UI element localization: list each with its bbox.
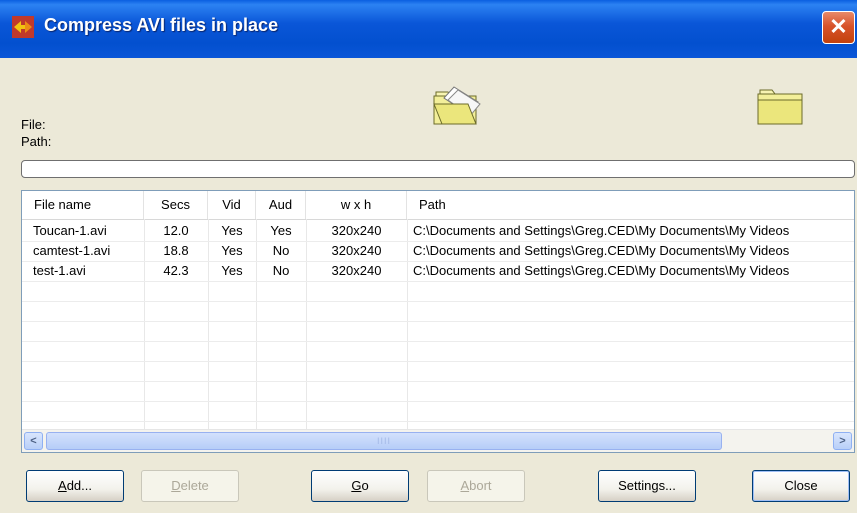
add-button[interactable]: Add... <box>26 470 124 502</box>
add-button-label: dd... <box>66 478 92 493</box>
column-secs[interactable]: Secs <box>144 191 208 219</box>
cell-secs: 12.0 <box>163 223 189 238</box>
cell-w-x-h: 320x240 <box>331 243 382 258</box>
cell-aud: No <box>272 243 290 258</box>
file-list[interactable]: File name Secs Vid Aud w x h Path Toucan… <box>21 190 855 453</box>
empty-row <box>22 381 854 402</box>
close-button[interactable]: Close <box>752 470 850 502</box>
scroll-right-button[interactable]: > <box>833 432 852 450</box>
abort-button-label: bort <box>469 478 492 493</box>
column-file-name[interactable]: File name <box>22 191 144 219</box>
scroll-left-button[interactable]: < <box>24 432 43 450</box>
delete-button-label: elete <box>180 478 209 493</box>
cell-file-name: camtest-1.avi <box>33 243 111 258</box>
column-w-x-h[interactable]: w x h <box>306 191 407 219</box>
table-row[interactable]: camtest-1.avi 18.8 Yes No 320x240 C:\Doc… <box>22 241 854 262</box>
settings-button[interactable]: Settings... <box>598 470 696 502</box>
table-row[interactable]: test-1.avi 42.3 Yes No 320x240 C:\Docume… <box>22 261 854 282</box>
delete-button-accel: D <box>171 478 181 493</box>
empty-row <box>22 321 854 342</box>
progress-bar <box>21 160 855 178</box>
empty-row <box>22 301 854 322</box>
cell-vid: Yes <box>221 263 243 278</box>
empty-row <box>22 281 854 302</box>
empty-row <box>22 361 854 382</box>
cell-path: C:\Documents and Settings\Greg.CED\My Do… <box>413 223 790 238</box>
empty-row <box>22 401 854 422</box>
path-label: Path: <box>21 134 52 149</box>
cell-w-x-h: 320x240 <box>331 223 382 238</box>
column-aud[interactable]: Aud <box>256 191 306 219</box>
table-row[interactable]: Toucan-1.avi 12.0 Yes Yes 320x240 C:\Doc… <box>22 221 854 242</box>
add-button-accel: A <box>58 478 67 493</box>
cell-secs: 18.8 <box>163 243 189 258</box>
list-header: File name Secs Vid Aud w x h Path <box>22 191 854 220</box>
cell-path: C:\Documents and Settings\Greg.CED\My Do… <box>413 263 790 278</box>
abort-button-accel: A <box>460 478 470 493</box>
horizontal-scrollbar[interactable]: < IIII > <box>22 429 854 452</box>
app-window-icon <box>12 16 34 38</box>
close-window-button[interactable]: ✕ <box>822 11 855 44</box>
open-folder-file-icon[interactable] <box>432 84 482 128</box>
go-button[interactable]: Go <box>311 470 409 502</box>
folder-icon[interactable] <box>756 84 806 128</box>
cell-vid: Yes <box>221 223 243 238</box>
cell-file-name: Toucan-1.avi <box>33 223 107 238</box>
cell-file-name: test-1.avi <box>33 263 86 278</box>
abort-button[interactable]: Abort <box>427 470 525 502</box>
cell-secs: 42.3 <box>163 263 189 278</box>
column-path[interactable]: Path <box>407 191 854 219</box>
go-button-label: o <box>361 478 369 493</box>
file-label: File: <box>21 117 46 132</box>
title-bar[interactable]: Compress AVI files in place ✕ <box>0 0 857 58</box>
go-button-accel: G <box>351 478 362 493</box>
cell-aud: No <box>272 263 290 278</box>
cell-vid: Yes <box>221 243 243 258</box>
cell-aud: Yes <box>270 223 292 238</box>
empty-row <box>22 341 854 362</box>
delete-button[interactable]: Delete <box>141 470 239 502</box>
scrollbar-thumb[interactable]: IIII <box>46 432 722 450</box>
cell-path: C:\Documents and Settings\Greg.CED\My Do… <box>413 243 790 258</box>
column-vid[interactable]: Vid <box>208 191 256 219</box>
window-title: Compress AVI files in place <box>44 15 279 35</box>
cell-w-x-h: 320x240 <box>331 263 382 278</box>
